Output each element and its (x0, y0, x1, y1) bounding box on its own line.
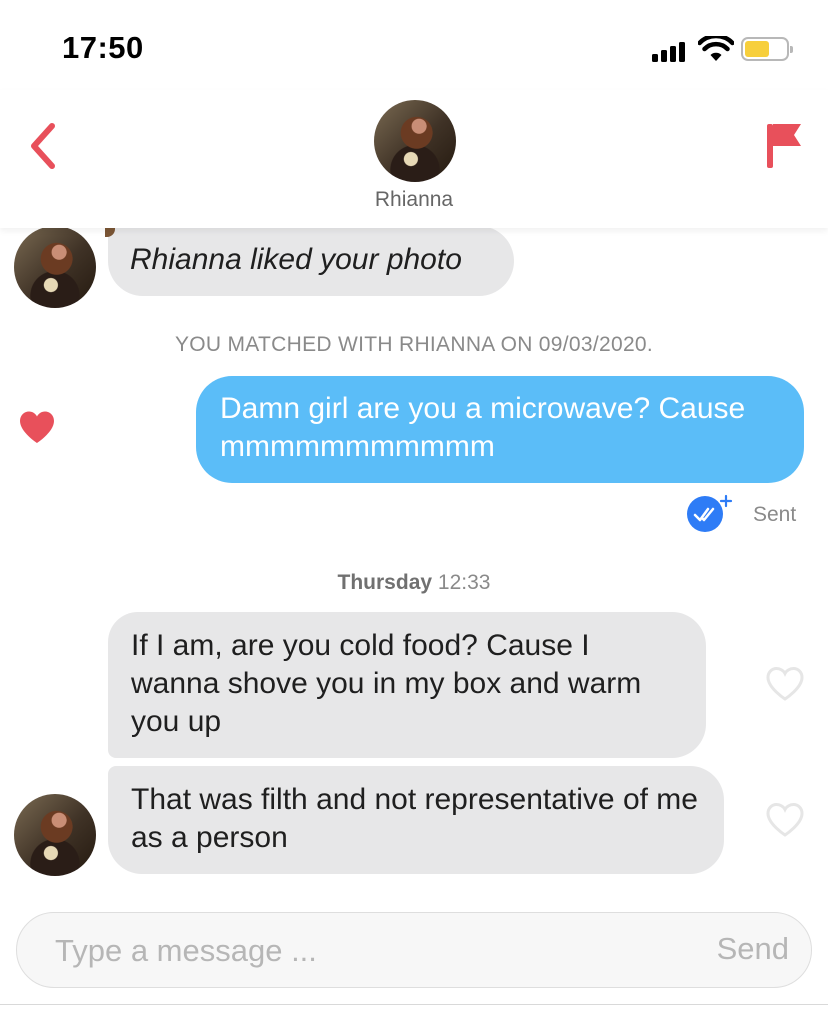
heart-outline-icon[interactable] (765, 802, 805, 838)
matched-notice: YOU MATCHED WITH RHIANNA ON 09/03/2020. (174, 333, 654, 356)
signal-icon (652, 40, 690, 62)
received-message[interactable]: If I am, are you cold food? Cause I wann… (108, 612, 706, 758)
time-label: 12:33 (437, 571, 491, 594)
divider (0, 1004, 828, 1005)
send-button[interactable]: Send (717, 931, 789, 967)
read-receipt-icon (687, 494, 733, 532)
message-composer: Send (16, 912, 812, 988)
wifi-icon (698, 36, 734, 61)
liked-photo-message[interactable]: Rhianna liked your photo (108, 226, 514, 296)
day-separator: Thursday 12:33 (0, 571, 828, 595)
sent-message[interactable]: Damn girl are you a microwave? Cause mmm… (196, 376, 804, 483)
battery-icon (741, 37, 793, 61)
message-input[interactable] (55, 931, 615, 971)
profile-avatar[interactable] (374, 100, 456, 182)
match-avatar[interactable] (14, 794, 96, 876)
match-avatar[interactable] (14, 226, 96, 308)
back-chevron-icon[interactable] (24, 120, 64, 172)
sent-status: Sent (753, 503, 797, 526)
chat-header: Rhianna (0, 90, 828, 228)
day-label: Thursday (337, 571, 433, 594)
flag-icon[interactable] (764, 120, 804, 172)
heart-outline-icon[interactable] (765, 666, 805, 702)
status-time: 17:50 (62, 30, 144, 65)
received-message[interactable]: That was filth and not representative of… (108, 766, 724, 874)
heart-filled-icon[interactable] (18, 410, 56, 446)
profile-name[interactable]: Rhianna (0, 188, 828, 212)
